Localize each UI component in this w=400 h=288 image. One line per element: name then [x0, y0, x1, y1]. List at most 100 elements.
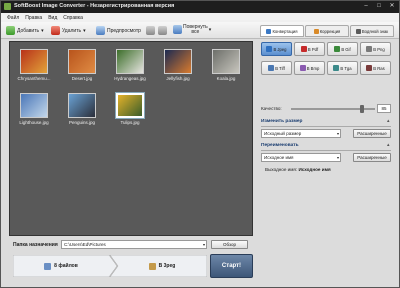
preview-label: Предпросмотр	[107, 27, 141, 34]
thumbnail[interactable]: Lighthouse.jpg	[18, 92, 50, 128]
destination-label: Папка назначения	[13, 242, 58, 248]
format-label: В Jpeg	[273, 46, 287, 52]
delete-button[interactable]: Удалить ▾	[51, 25, 86, 36]
add-label: Добавить	[17, 27, 40, 34]
thumbnail[interactable]: Penguins.jpg	[66, 92, 98, 128]
thumbnail-caption: Tulips.jpg	[120, 120, 140, 125]
title-bar: SoftBoost Image Converter - Незарегистри…	[1, 1, 399, 13]
destination-path: C:\Users\Ed\Pictures	[64, 242, 106, 247]
png-icon	[366, 46, 373, 52]
quality-label: Качество:	[261, 106, 282, 111]
rotate-left-button[interactable]	[146, 25, 155, 36]
maximize-icon[interactable]: □	[375, 3, 383, 10]
delete-label: Удалить	[62, 27, 82, 34]
resize-select-value: Исходный размер	[264, 131, 302, 136]
format-label: В Tga	[340, 65, 352, 71]
format-tiff-button[interactable]: В Tiff	[261, 61, 292, 75]
step-format: В 3peg	[117, 255, 207, 277]
thumbnail-caption: Lighthouse.jpg	[19, 120, 49, 125]
close-icon[interactable]: ✕	[388, 3, 396, 10]
gif-icon	[334, 46, 341, 52]
thumbnail-caption: Chrysanthemu...	[17, 76, 51, 81]
add-button[interactable]: Добавить ▾	[6, 25, 44, 36]
format-bmp-button[interactable]: В Bmp	[294, 61, 325, 75]
format-jpeg-button[interactable]: В Jpeg	[261, 42, 292, 56]
format-label: В Pdf	[307, 46, 319, 52]
quality-value-field[interactable]: 85	[377, 104, 391, 113]
output-name-label: Выходное имя:	[265, 167, 298, 172]
image-gallery[interactable]: Chrysanthemu... Desert.jpg Hydrangeas.jp…	[9, 41, 253, 236]
tab-correction[interactable]: Коррекция	[305, 25, 349, 37]
thumbnail-image	[68, 49, 96, 74]
format-gif-button[interactable]: В Gif	[327, 42, 358, 56]
chevron-down-icon: ▾	[336, 155, 339, 160]
thumbnail-image	[212, 49, 240, 74]
format-label: В Gif	[341, 46, 351, 52]
rotate-all-label-2: все	[191, 28, 200, 35]
thumbnail-caption: Desert.jpg	[71, 76, 93, 81]
rotate-right-button[interactable]	[158, 25, 167, 36]
thumbnail[interactable]: Koala.jpg	[210, 48, 242, 84]
minimize-icon[interactable]: –	[362, 3, 370, 10]
bmp-icon	[299, 65, 306, 71]
thumbnail-caption: Jellyfish.jpg	[166, 76, 190, 81]
rotate-right-icon	[158, 26, 167, 35]
thumbnail[interactable]: Desert.jpg	[66, 48, 98, 84]
tga-icon	[333, 65, 340, 71]
tab-convert[interactable]: Конвертация	[260, 25, 304, 37]
browse-button[interactable]: Обзор	[211, 240, 248, 249]
preview-button[interactable]: Предпросмотр	[96, 25, 141, 36]
menu-bar: Файл Правка Вид Справка	[1, 13, 399, 22]
ras-icon	[366, 65, 373, 71]
thumbnail-image	[116, 49, 144, 74]
thumbnail-image	[20, 49, 48, 74]
quality-slider-handle[interactable]	[360, 105, 365, 113]
rename-advanced-button[interactable]: Расширенные	[353, 153, 391, 162]
thumbnail[interactable]: Chrysanthemu...	[17, 48, 51, 84]
menu-help[interactable]: Справка	[63, 15, 83, 21]
thumbnail-caption: Penguins.jpg	[68, 120, 96, 125]
app-icon	[4, 3, 11, 10]
rename-select-value: Исходное имя	[264, 155, 294, 160]
delete-icon	[51, 26, 60, 35]
menu-file[interactable]: Файл	[7, 15, 19, 21]
thumbnail[interactable]: Hydrangeas.jpg	[114, 48, 146, 84]
resize-advanced-button[interactable]: Расширенные	[353, 129, 391, 138]
destination-path-input[interactable]: C:\Users\Ed\Pictures ▾	[61, 240, 207, 249]
chevron-up-icon[interactable]: ▴	[387, 118, 390, 124]
menu-edit[interactable]: Правка	[25, 15, 42, 21]
tab-strip: Конвертация Коррекция Водяной знак	[260, 25, 394, 37]
start-button[interactable]: Старт!	[210, 254, 253, 278]
rotate-all-button[interactable]: Повернуть все ▾	[173, 24, 211, 35]
resize-select[interactable]: Исходный размер ▾	[261, 129, 341, 138]
rotate-all-icon	[173, 25, 182, 34]
chevron-down-icon: ▾	[83, 27, 86, 34]
format-ras-button[interactable]: В Ras	[360, 61, 391, 75]
menu-view[interactable]: Вид	[48, 15, 57, 21]
format-tga-button[interactable]: В Tga	[327, 61, 358, 75]
rename-select[interactable]: Исходное имя ▾	[261, 153, 341, 162]
window-title: SoftBoost Image Converter - Незарегистри…	[14, 3, 175, 9]
watermark-icon	[355, 28, 361, 34]
format-label: В Ras	[373, 65, 385, 71]
files-icon	[44, 262, 52, 270]
tab-watermark[interactable]: Водяной знак	[350, 25, 394, 37]
thumbnail-image	[20, 93, 48, 118]
step-files: 8 файлов	[13, 255, 109, 277]
thumbnail-image	[116, 93, 144, 118]
format-pdf-button[interactable]: В Pdf	[294, 42, 325, 56]
chevron-down-icon: ▾	[202, 242, 205, 247]
convert-icon	[266, 28, 272, 34]
jpeg-icon	[266, 46, 273, 52]
thumbnail[interactable]: Jellyfish.jpg	[162, 48, 194, 84]
rotate-left-icon	[146, 26, 155, 35]
divider	[261, 126, 391, 127]
thumbnail-selected[interactable]: Tulips.jpg	[114, 92, 146, 128]
format-png-button[interactable]: В Png	[360, 42, 391, 56]
chevron-down-icon: ▾	[336, 131, 339, 136]
format-label: В Png	[373, 46, 385, 52]
thumbnail-image	[68, 93, 96, 118]
tab-label: Конвертация	[272, 28, 298, 34]
chevron-up-icon[interactable]: ▴	[387, 142, 390, 148]
app-window: SoftBoost Image Converter - Незарегистри…	[0, 0, 400, 288]
